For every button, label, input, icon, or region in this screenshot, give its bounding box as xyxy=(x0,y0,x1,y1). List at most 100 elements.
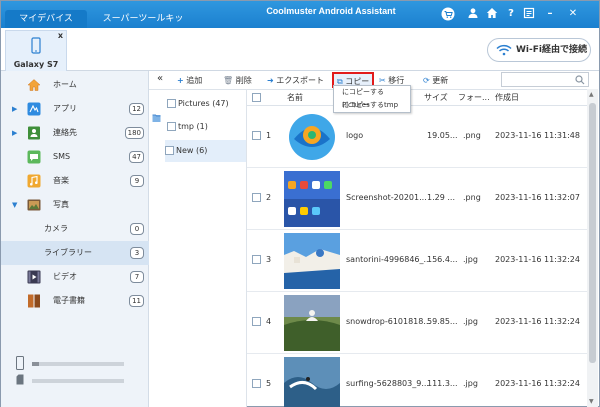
column-header-size[interactable]: サイズ xyxy=(424,90,448,106)
wifi-icon xyxy=(496,44,512,56)
sidebar-item-library[interactable]: ライブラリー 3 xyxy=(1,241,149,265)
row-checkbox[interactable] xyxy=(252,193,263,202)
count-badge: 11 xyxy=(129,295,144,307)
search-input[interactable] xyxy=(501,72,589,87)
storage-fill xyxy=(32,362,40,366)
sidebar-item-sms[interactable]: SMS 47 xyxy=(1,145,149,169)
column-header-format[interactable]: フォー... xyxy=(458,90,490,106)
device-name: Galaxy S7 xyxy=(13,60,59,69)
sidebar-item-label: 音楽 xyxy=(53,176,69,185)
file-size: 156.4... xyxy=(427,255,458,264)
expand-arrow-icon[interactable]: ▶ xyxy=(12,121,17,145)
sidebar-item-label: SMS xyxy=(53,152,71,161)
table-row[interactable]: 5 surfing-5628803_9... 111.3... .jpg 202… xyxy=(247,354,588,407)
wifi-label: Wi-Fi経由で接続 xyxy=(516,45,587,55)
scrollbar-thumb[interactable] xyxy=(589,103,596,363)
column-header-name[interactable]: 名前 xyxy=(287,90,303,106)
delete-button[interactable]: 🗑 削除 xyxy=(223,74,252,88)
row-checkbox[interactable] xyxy=(252,131,263,140)
row-index: 4 xyxy=(266,317,272,326)
export-button[interactable]: ➜ エクスポート xyxy=(267,74,324,88)
app-title: Coolmuster Android Assistant xyxy=(266,6,396,16)
export-label: エクスポート xyxy=(276,76,325,85)
scroll-up-icon[interactable]: ▲ xyxy=(589,91,594,98)
phone-icon xyxy=(31,37,41,54)
minimize-icon[interactable]: – xyxy=(543,7,557,21)
file-format: .jpg xyxy=(463,255,478,264)
home-icon[interactable] xyxy=(485,7,499,21)
thumbnail-image xyxy=(284,233,340,289)
device-tab[interactable]: x Galaxy S7 xyxy=(5,30,67,71)
sidebar-item-apps[interactable]: ▶ アプリ 12 xyxy=(1,97,149,121)
table-row[interactable]: 2 Screenshot-20201... 1.29 ... .png 2023… xyxy=(247,168,588,230)
refresh-button[interactable]: ⟳ 更新 xyxy=(423,74,448,88)
folder-item[interactable]: tmp (1) xyxy=(167,116,247,138)
scroll-down-icon[interactable]: ▼ xyxy=(589,398,594,405)
sidebar-item-home[interactable]: ホーム xyxy=(1,73,149,97)
sidebar-item-label: 写真 xyxy=(53,200,69,209)
sidebar-item-ebooks[interactable]: 電子書籍 11 xyxy=(1,289,149,313)
folder-checkbox[interactable] xyxy=(167,122,176,131)
table-header: 名前 サイズ フォー... 作成日 xyxy=(247,90,588,106)
folder-label: tmp (1) xyxy=(178,122,208,131)
refresh-label: 更新 xyxy=(432,76,449,85)
add-button[interactable]: + 追加 xyxy=(177,74,202,88)
file-date: 2023-11-16 11:32:24 xyxy=(495,379,580,388)
help-icon[interactable]: ? xyxy=(504,7,518,21)
file-name: santorini-4996846_... xyxy=(346,255,432,264)
folder-checkbox[interactable] xyxy=(167,99,176,108)
cart-icon[interactable] xyxy=(441,7,455,21)
tab-super-toolkit[interactable]: スーパーツールキット xyxy=(99,10,187,42)
count-badge: 0 xyxy=(130,223,144,235)
expand-arrow-icon[interactable]: ▶ xyxy=(12,97,17,121)
file-format: .png xyxy=(463,193,481,202)
table-row[interactable]: 1 logo 19.05... .png 2023-11-16 11:31:48 xyxy=(247,106,588,168)
sidebar-item-music[interactable]: 音楽 9 xyxy=(1,169,149,193)
sidebar-item-contacts[interactable]: ▶ 連絡先 180 xyxy=(1,121,149,145)
vertical-scrollbar[interactable]: ▲ ▼ xyxy=(587,89,598,407)
feedback-icon[interactable] xyxy=(522,7,536,21)
search-icon[interactable] xyxy=(575,75,585,85)
file-size: 59.85... xyxy=(427,317,458,326)
row-index: 3 xyxy=(266,255,272,264)
folder-add-icon[interactable] xyxy=(152,113,162,123)
close-icon[interactable]: ✕ xyxy=(566,7,580,21)
thumbnail-image xyxy=(284,295,340,351)
menu-item-copy-to-tmp[interactable]: にコピーするtmp xyxy=(334,99,410,112)
count-badge: 9 xyxy=(130,175,144,187)
sidebar-item-label: ライブラリー xyxy=(44,248,92,257)
folder-label: New (6) xyxy=(176,146,208,155)
count-badge: 47 xyxy=(129,151,144,163)
table-row[interactable]: 4 snowdrop-6101818... 59.85... .jpg 2023… xyxy=(247,292,588,354)
sidebar-item-video[interactable]: ビデオ 7 xyxy=(1,265,149,289)
column-header-date[interactable]: 作成日 xyxy=(495,90,519,106)
thumbnail-image xyxy=(284,357,340,407)
move-icon: ✂ xyxy=(379,76,386,85)
wifi-connect-button[interactable]: Wi-Fi経由で接続 xyxy=(487,38,591,62)
count-badge: 180 xyxy=(124,127,144,139)
app-window: マイデバイス スーパーツールキット Coolmuster Android Ass… xyxy=(0,0,600,407)
sidebar-item-photos[interactable]: ▼ 写真 xyxy=(1,193,149,217)
menu-item-copy-to-pictures[interactable]: にコピーするPictures xyxy=(334,86,410,109)
table-row[interactable]: 3 santorini-4996846_... 156.4... .jpg 20… xyxy=(247,230,588,292)
device-close-button[interactable]: x xyxy=(58,31,63,40)
phone-storage-icon xyxy=(16,356,24,370)
row-checkbox[interactable] xyxy=(252,255,263,264)
row-checkbox[interactable] xyxy=(252,379,263,388)
sidebar-item-camera[interactable]: カメラ 0 xyxy=(1,217,149,241)
add-label: 追加 xyxy=(186,76,203,85)
folder-item[interactable]: New (6) xyxy=(165,140,246,162)
folder-item[interactable]: Pictures (47) xyxy=(167,93,247,115)
folder-checkbox[interactable] xyxy=(165,146,174,155)
copy-dropdown-menu: にコピーするPictures にコピーするtmp xyxy=(333,85,411,113)
tab-my-device[interactable]: マイデバイス xyxy=(5,10,87,28)
row-index: 2 xyxy=(266,193,272,202)
collapse-button[interactable]: « xyxy=(157,72,163,86)
sidebar-item-label: カメラ xyxy=(44,224,68,233)
sidebar-item-label: ビデオ xyxy=(53,272,77,281)
collapse-arrow-icon[interactable]: ▼ xyxy=(12,193,17,217)
row-checkbox[interactable] xyxy=(252,317,263,326)
file-date: 2023-11-16 11:31:48 xyxy=(495,131,580,140)
count-badge: 12 xyxy=(129,103,144,115)
user-icon[interactable] xyxy=(466,7,480,21)
